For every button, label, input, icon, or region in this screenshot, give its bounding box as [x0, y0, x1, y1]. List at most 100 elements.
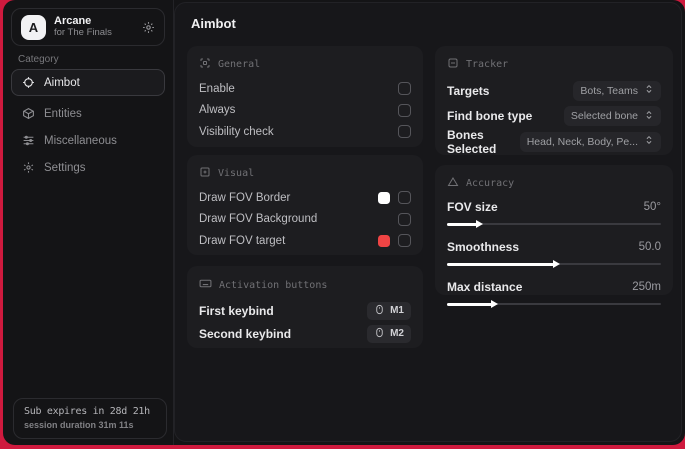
always-checkbox[interactable]	[398, 103, 411, 117]
activation-card-header: Activation buttons	[199, 277, 411, 293]
smoothness-slider[interactable]	[447, 258, 661, 270]
select-value: Selected bone	[570, 110, 638, 123]
accuracy-card-header: Accuracy	[447, 176, 661, 191]
fov-target-color-swatch[interactable]	[378, 234, 390, 247]
tracker-card: Tracker Targets Bots, Teams Find bone ty…	[435, 46, 673, 156]
sidebar-item-label: Settings	[44, 161, 86, 174]
page-background: A Arcane for The Finals Category Aimbot	[0, 0, 685, 449]
fov-border-color-swatch[interactable]	[378, 191, 390, 204]
entities-icon	[22, 107, 35, 120]
fov-size-slider[interactable]	[447, 218, 661, 230]
sidebar-item-label: Aimbot	[44, 76, 80, 89]
chevrons-up-down-icon	[644, 84, 654, 97]
setting-controls	[378, 191, 411, 205]
app-title-block: Arcane for The Finals	[54, 15, 134, 39]
crosshair-icon	[22, 76, 35, 89]
tracker-card-header: Tracker	[447, 57, 661, 72]
setting-row: Draw FOV Border	[199, 187, 411, 209]
sidebar: A Arcane for The Finals Category Aimbot	[3, 0, 174, 445]
card-title-label: Visual	[218, 168, 255, 179]
sidebar-item-label: Entities	[44, 107, 82, 120]
setting-row: Always	[199, 100, 411, 122]
visual-card: Visual Draw FOV Border Draw FOV Backgrou…	[187, 155, 423, 255]
slider-value: 250m	[632, 281, 661, 293]
triangle-icon	[447, 176, 459, 191]
draw-fov-background-checkbox[interactable]	[398, 212, 411, 226]
sidebar-item-miscellaneous[interactable]: Miscellaneous	[11, 127, 165, 154]
chevrons-up-down-icon	[644, 135, 654, 148]
setting-label: Draw FOV Background	[199, 213, 318, 226]
app-name: Arcane	[54, 15, 92, 28]
setting-controls	[378, 234, 411, 248]
slider-value: 50°	[643, 201, 661, 213]
sidebar-item-aimbot[interactable]: Aimbot	[11, 69, 165, 96]
sidebar-item-settings[interactable]: Settings	[11, 154, 165, 181]
sub-expiry-text: Sub expires in 28d 21h	[24, 406, 150, 417]
setting-label: Enable	[199, 82, 235, 95]
select-value: Bots, Teams	[580, 84, 638, 97]
app-window: A Arcane for The Finals Category Aimbot	[3, 0, 685, 445]
accuracy-card: Accuracy FOV size 50° Smoothness 50.0 Ma…	[435, 165, 673, 308]
visibility-check-checkbox[interactable]	[398, 125, 411, 139]
mouse-icon	[374, 304, 385, 318]
page-title: Aimbot	[191, 16, 236, 31]
setting-label: Always	[199, 104, 236, 117]
keybind-row: Second keybind M2	[199, 322, 411, 345]
sidebar-item-label: Miscellaneous	[44, 134, 117, 147]
minus-square-icon	[447, 57, 459, 72]
setting-row: Draw FOV Background	[199, 209, 411, 231]
setting-controls	[398, 212, 411, 226]
keybind-label: Second keybind	[199, 326, 292, 341]
slider-value: 50.0	[638, 241, 661, 253]
select-value: Head, Neck, Body, Pe...	[526, 135, 638, 148]
tracker-row: Find bone type Selected bone	[447, 104, 661, 130]
slider-label: Smoothness	[447, 240, 520, 254]
setting-label: Draw FOV Border	[199, 191, 291, 204]
find-bone-type-select[interactable]: Selected bone	[563, 106, 661, 127]
sidebar-menu: Aimbot Entities Miscellaneous Settings	[11, 69, 165, 181]
session-duration-text: session duration 31m 11s	[24, 420, 134, 430]
bones-selected-select[interactable]: Head, Neck, Body, Pe...	[519, 131, 661, 152]
tracker-label: Bones Selected	[447, 127, 497, 156]
first-keybind-button[interactable]: M1	[367, 301, 411, 320]
card-title-label: Activation buttons	[219, 279, 328, 291]
slider-thumb[interactable]	[553, 260, 560, 268]
setting-label: Draw FOV target	[199, 234, 286, 247]
setting-label: Visibility check	[199, 125, 274, 138]
general-card: General Enable Always Visibility check	[187, 46, 423, 147]
slider-header: Max distance 250m	[447, 277, 661, 297]
card-title-label: Tracker	[466, 59, 509, 70]
slider-header: Smoothness 50.0	[447, 237, 661, 257]
general-card-header: General	[199, 57, 411, 72]
enable-checkbox[interactable]	[398, 82, 411, 96]
app-logo: A	[21, 14, 46, 40]
setting-row: Enable	[199, 78, 411, 100]
targets-select[interactable]: Bots, Teams	[573, 80, 661, 101]
second-keybind-button[interactable]: M2	[367, 324, 411, 343]
slider-fill	[447, 260, 560, 268]
draw-fov-target-checkbox[interactable]	[398, 234, 411, 248]
tracker-row: Bones Selected Head, Neck, Body, Pe...	[447, 127, 661, 156]
slider-fill	[447, 300, 498, 308]
chevrons-up-down-icon	[644, 110, 654, 123]
draw-fov-border-checkbox[interactable]	[398, 191, 411, 205]
slider-label: FOV size	[447, 200, 498, 214]
keybind-row: First keybind M1	[199, 299, 411, 322]
slider-label: Max distance	[447, 280, 523, 294]
setting-row: Visibility check	[199, 121, 411, 143]
setting-row: Draw FOV target	[199, 230, 411, 252]
slider-thumb[interactable]	[475, 220, 483, 228]
category-label: Category	[18, 54, 59, 65]
tracker-label: Find bone type	[447, 109, 533, 124]
scan-icon	[199, 57, 211, 72]
card-title-label: Accuracy	[466, 178, 515, 189]
header-gear-icon[interactable]	[142, 21, 155, 34]
keybind-label: First keybind	[199, 303, 274, 318]
slider-header: FOV size 50°	[447, 197, 661, 217]
sidebar-item-entities[interactable]: Entities	[11, 100, 165, 127]
slider-group: FOV size 50°	[447, 197, 661, 230]
gear-icon	[22, 161, 35, 174]
slider-thumb[interactable]	[490, 300, 498, 308]
slider-group: Smoothness 50.0	[447, 237, 661, 270]
max-distance-slider[interactable]	[447, 298, 661, 310]
